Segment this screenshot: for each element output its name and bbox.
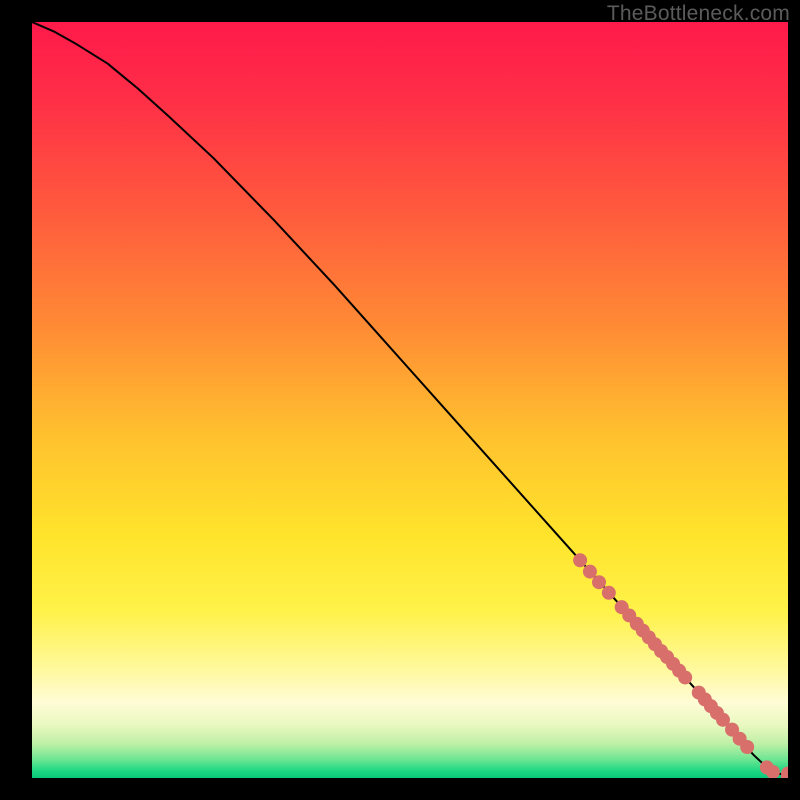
chart-stage: TheBottleneck.com bbox=[0, 0, 800, 800]
data-point bbox=[740, 740, 754, 754]
plot-area bbox=[32, 22, 788, 778]
data-point bbox=[602, 586, 616, 600]
data-point bbox=[678, 670, 692, 684]
data-point bbox=[573, 553, 587, 567]
chart-svg bbox=[32, 22, 788, 778]
data-point bbox=[583, 565, 597, 579]
data-point bbox=[592, 575, 606, 589]
